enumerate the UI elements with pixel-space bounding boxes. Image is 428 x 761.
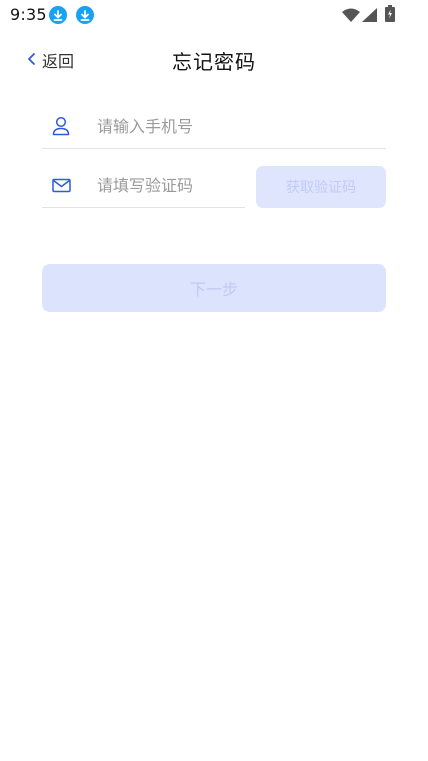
next-button[interactable]: 下一步 bbox=[42, 264, 386, 312]
forgot-password-screen: 9:35 返回 忘记密码 请输入手机号 请填写验证码 获取验证码 下一步 bbox=[0, 0, 428, 761]
page-title: 忘记密码 bbox=[172, 50, 256, 74]
verification-code-input[interactable] bbox=[97, 170, 237, 200]
get-code-button[interactable]: 获取验证码 bbox=[256, 166, 386, 208]
wifi-icon bbox=[342, 7, 360, 26]
header: 返回 忘记密码 bbox=[0, 40, 428, 80]
status-time: 9:35 bbox=[10, 5, 47, 24]
download-icon bbox=[76, 6, 94, 24]
signal-icon bbox=[362, 7, 377, 26]
phone-field bbox=[42, 104, 386, 149]
phone-input[interactable] bbox=[97, 111, 337, 141]
battery-icon bbox=[385, 5, 395, 26]
mail-icon bbox=[49, 173, 73, 197]
verification-code-field bbox=[42, 163, 245, 208]
user-icon bbox=[49, 114, 73, 138]
download-icon bbox=[49, 6, 67, 24]
status-bar: 9:35 bbox=[0, 0, 428, 30]
